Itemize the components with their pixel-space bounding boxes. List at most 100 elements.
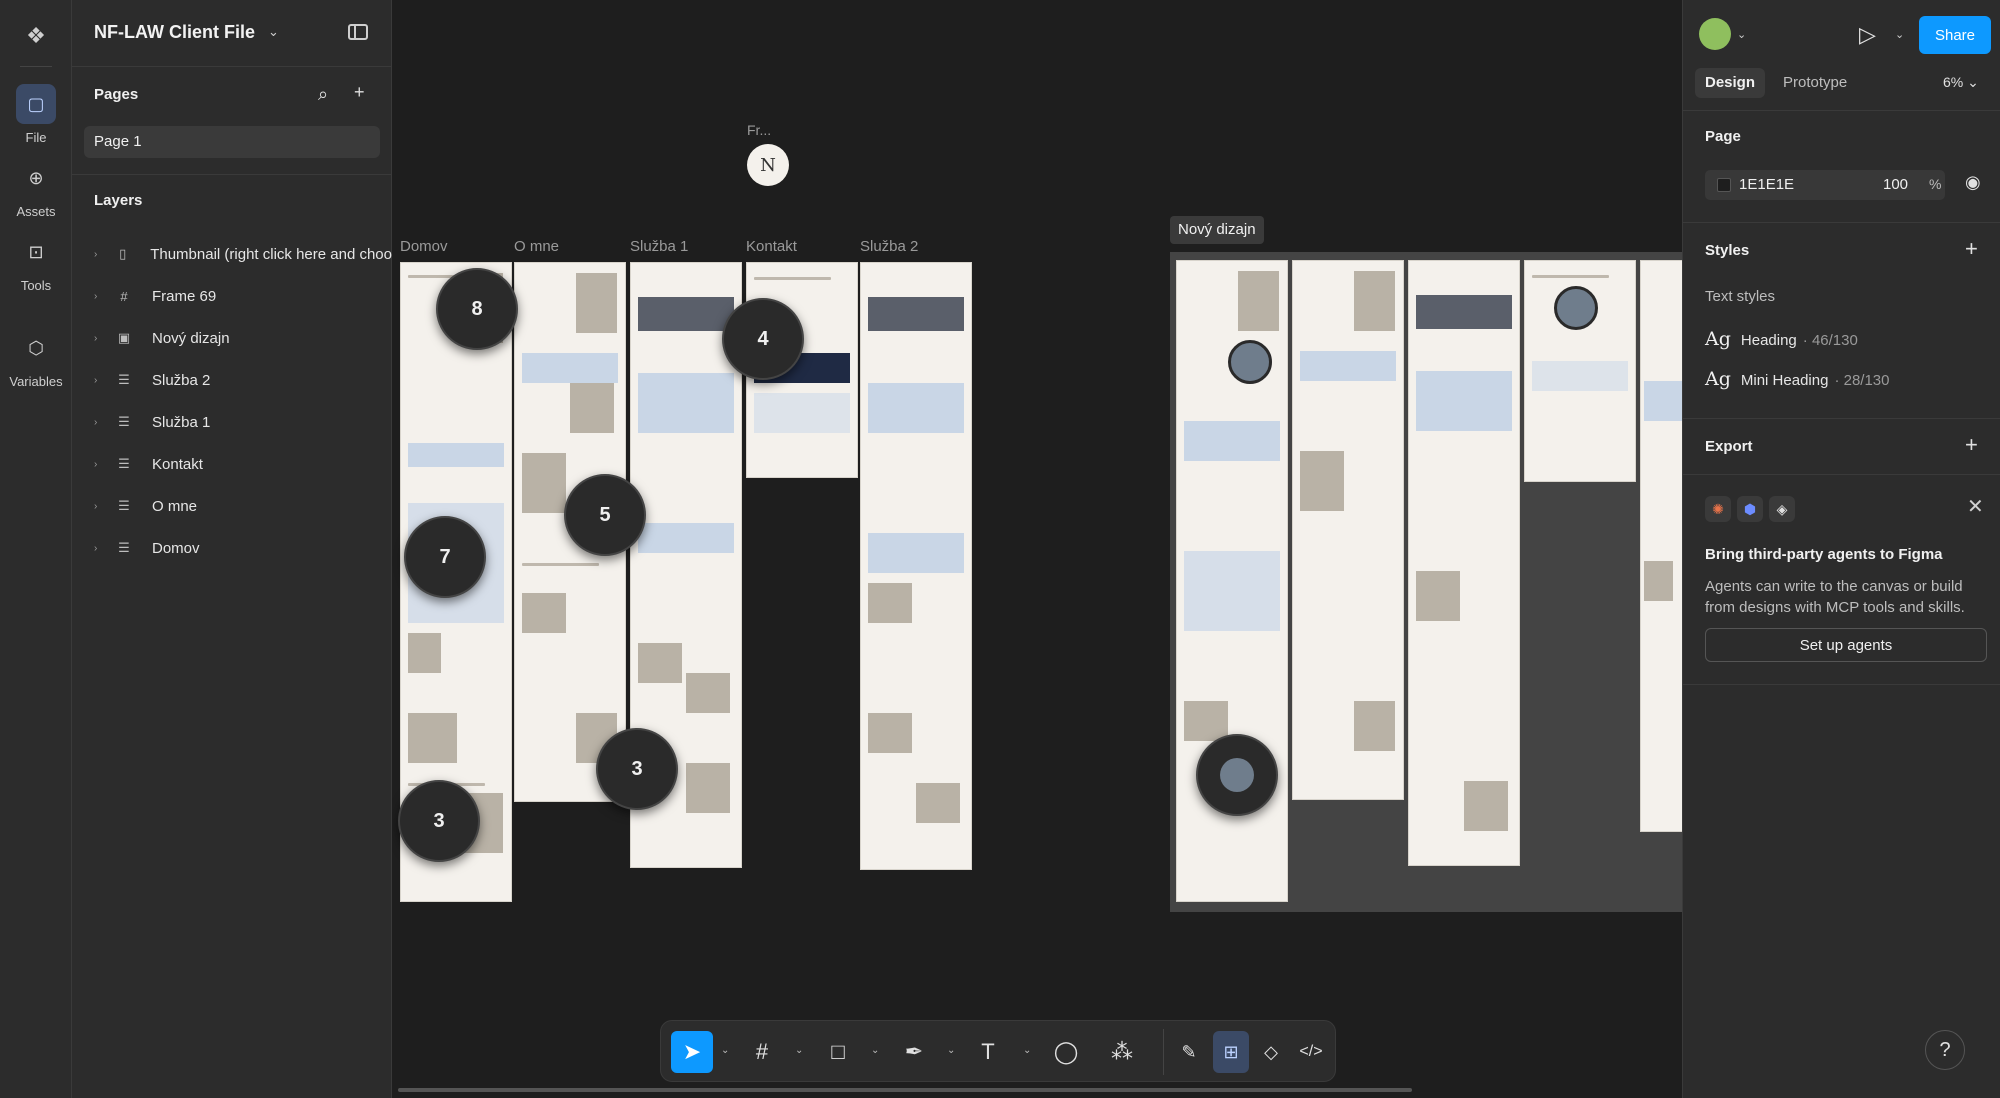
design-mode-icon[interactable]: ⊞	[1213, 1031, 1249, 1073]
chevron-right-icon[interactable]: ›	[94, 501, 108, 512]
avatar	[1220, 758, 1254, 792]
frame-label-sluzba-1[interactable]: Služba 1	[630, 238, 688, 255]
rail-item-label: Assets	[16, 204, 56, 219]
color-swatch[interactable]	[1717, 178, 1731, 192]
pages-heading: Pages	[94, 86, 139, 103]
set-up-agents-button[interactable]: Set up agents	[1705, 628, 1987, 662]
chevron-down-icon[interactable]: ⌄	[1895, 28, 1904, 41]
rail-item-label: Tools	[20, 278, 52, 293]
frame-layout-icon: ☰	[118, 540, 130, 555]
comment-pin[interactable]: 4	[722, 298, 804, 380]
comment-pin[interactable]: 5	[564, 474, 646, 556]
pen-tool-icon[interactable]: ✒	[893, 1031, 935, 1073]
rail-item-assets[interactable]: ⊕ Assets	[0, 158, 72, 220]
eye-icon[interactable]: ◉	[1965, 172, 1981, 193]
opacity-value[interactable]: 100	[1883, 176, 1908, 193]
hex-value[interactable]: 1E1E1E	[1739, 176, 1794, 193]
rail-item-tools[interactable]: ⊡ Tools	[0, 232, 72, 294]
text-tool-icon[interactable]: T	[967, 1031, 1009, 1073]
divider	[72, 174, 392, 175]
figma-logo-icon[interactable]: ❖	[22, 22, 50, 50]
close-icon[interactable]: ✕	[1967, 494, 1984, 519]
add-style-icon[interactable]: +	[1965, 236, 1978, 262]
frame-label-o-mne[interactable]: O mne	[514, 238, 559, 255]
present-play-icon[interactable]: ▷	[1859, 22, 1876, 48]
layer-item[interactable]: › ☰ O mne	[94, 494, 392, 518]
layer-item[interactable]: › ☰ Domov	[94, 536, 392, 560]
layer-item[interactable]: › ☰ Služba 2	[94, 368, 392, 392]
canvas[interactable]: Fr... N Domov O mne Služba 1 Kontakt Slu…	[392, 0, 1682, 1098]
divider	[1683, 222, 2000, 223]
chevron-down-icon[interactable]: ⌄	[268, 24, 279, 40]
frame-icon: #	[120, 288, 128, 304]
component-mode-icon[interactable]: ◇	[1253, 1031, 1289, 1073]
layers-heading: Layers	[94, 192, 143, 209]
page-background-field[interactable]: 1E1E1E 100 %	[1705, 170, 1945, 200]
help-button[interactable]: ?	[1925, 1030, 1965, 1070]
frame-label-kontakt[interactable]: Kontakt	[746, 238, 797, 255]
rail-item-label: File	[25, 130, 47, 145]
page-item-1[interactable]: Page 1	[84, 126, 380, 158]
chevron-down-icon[interactable]: ⌄	[795, 1045, 803, 1056]
collaborator-cursor-group[interactable]	[1196, 734, 1278, 816]
layer-item[interactable]: › ▣ Nový dizajn	[94, 326, 392, 350]
frame-layout-icon: ☰	[118, 498, 130, 513]
layer-item[interactable]: › # Frame 69	[94, 284, 392, 308]
frame-tool-icon[interactable]: #	[741, 1031, 783, 1073]
actions-icon[interactable]: ⁂	[1101, 1031, 1143, 1073]
collaborator-avatar[interactable]	[1554, 286, 1598, 330]
chevron-down-icon[interactable]: ⌄	[871, 1045, 879, 1056]
panel-toggle-icon[interactable]	[348, 24, 368, 40]
frame-novy-sluzba-2[interactable]	[1640, 260, 1682, 832]
zoom-level[interactable]: 6% ⌄	[1943, 74, 1979, 91]
rail-item-file[interactable]: ▢ File	[0, 84, 72, 145]
dev-mode-icon[interactable]: </>	[1293, 1031, 1329, 1073]
layer-item[interactable]: › ☰ Kontakt	[94, 452, 392, 476]
chevron-down-icon[interactable]: ⌄	[947, 1045, 955, 1056]
comment-pin[interactable]: 7	[404, 516, 486, 598]
tab-prototype[interactable]: Prototype	[1773, 68, 1857, 98]
chevron-down-icon[interactable]: ⌄	[721, 1045, 729, 1056]
search-icon[interactable]: ⌕	[318, 84, 328, 105]
chevron-down-icon[interactable]: ⌄	[1737, 28, 1746, 41]
file-title[interactable]: NF-LAW Client File	[94, 22, 255, 43]
chevron-right-icon[interactable]: ›	[94, 417, 108, 428]
chevron-down-icon[interactable]: ⌄	[1023, 1045, 1031, 1056]
move-tool-icon[interactable]: ➤	[671, 1031, 713, 1073]
assets-icon: ⊕	[28, 167, 44, 188]
chevron-right-icon[interactable]: ›	[94, 249, 107, 260]
frame-label-domov[interactable]: Domov	[400, 238, 448, 255]
chevron-right-icon[interactable]: ›	[94, 291, 108, 302]
rail-item-variables[interactable]: ⬡ Variables	[0, 328, 72, 390]
text-styles-subheading: Text styles	[1705, 288, 1776, 305]
collaborator-avatar[interactable]	[1228, 340, 1272, 384]
layer-item[interactable]: › ▯ Thumbnail (right click here and choo	[94, 242, 392, 266]
tab-design[interactable]: Design	[1695, 68, 1766, 98]
styles-heading: Styles	[1705, 242, 1750, 259]
comment-tool-icon[interactable]: ◯	[1045, 1031, 1087, 1073]
chevron-right-icon[interactable]: ›	[94, 459, 108, 470]
draw-mode-icon[interactable]: ✎	[1171, 1031, 1207, 1073]
chevron-right-icon[interactable]: ›	[94, 333, 108, 344]
user-avatar[interactable]	[1699, 18, 1731, 50]
frame-label[interactable]: Fr...	[747, 122, 771, 138]
horizontal-scrollbar[interactable]	[398, 1088, 1412, 1092]
section-label[interactable]: Nový dizajn	[1170, 216, 1264, 244]
comment-pin[interactable]: 3	[398, 780, 480, 862]
frame-novy-sluzba-1[interactable]	[1408, 260, 1520, 866]
style-item-mini-heading[interactable]: Ag Mini Heading · 28/130	[1705, 368, 1889, 390]
share-button[interactable]: Share	[1919, 16, 1991, 54]
frame-sluzba-2[interactable]	[860, 262, 972, 870]
add-export-icon[interactable]: +	[1965, 432, 1978, 458]
chevron-right-icon[interactable]: ›	[94, 375, 108, 386]
frame-novy-o-mne[interactable]	[1292, 260, 1404, 800]
logo-thumbnail[interactable]: N	[747, 144, 789, 186]
comment-pin[interactable]: 3	[596, 728, 678, 810]
comment-pin[interactable]: 8	[436, 268, 518, 350]
add-page-icon[interactable]: +	[354, 82, 365, 103]
chevron-right-icon[interactable]: ›	[94, 543, 108, 554]
frame-label-sluzba-2[interactable]: Služba 2	[860, 238, 918, 255]
layer-item[interactable]: › ☰ Služba 1	[94, 410, 392, 434]
style-item-heading[interactable]: Ag Heading · 46/130	[1705, 328, 1858, 350]
rectangle-tool-icon[interactable]: □	[817, 1031, 859, 1073]
